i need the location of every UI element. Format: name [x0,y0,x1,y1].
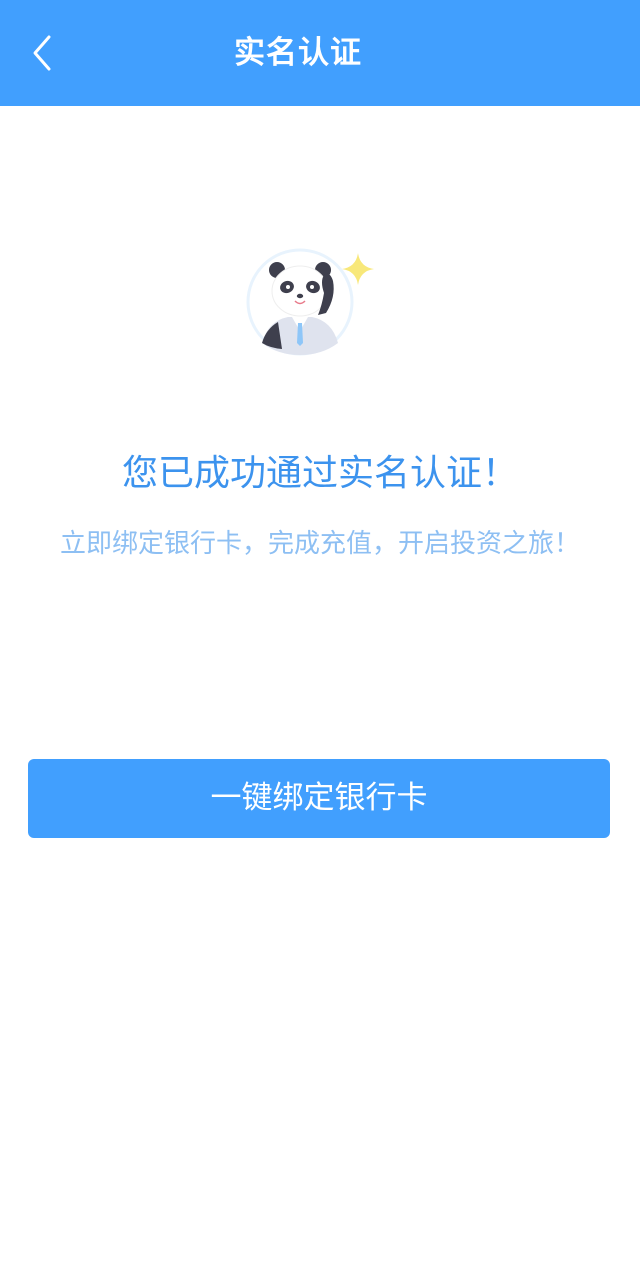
sparkle-icon [342,253,374,285]
top-bar: 实名认证 [0,0,640,106]
panda-mascot-icon [240,245,380,360]
page-title: 实名认证 [234,35,362,71]
bind-bank-card-button[interactable]: 一键绑定银行卡 [28,759,610,838]
success-title: 您已成功通过实名认证！ [121,453,518,494]
success-subtitle: 立即绑定银行卡，完成充值，开启投资之旅！ [59,529,580,559]
